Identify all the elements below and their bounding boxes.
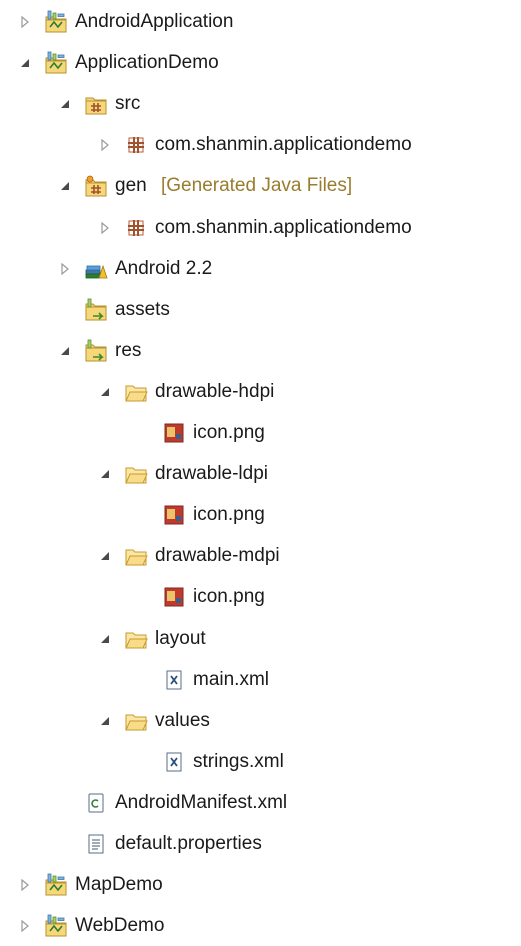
tree-item-label: default.properties	[115, 833, 262, 854]
collapsed-arrow-icon[interactable]	[98, 221, 112, 235]
tree-item-res[interactable]: res	[0, 331, 521, 371]
tree-item-src[interactable]: src	[0, 84, 521, 124]
tree-item-label: icon.png	[193, 504, 265, 526]
png-file-icon	[162, 585, 186, 609]
tree-item-label: MapDemo	[75, 874, 163, 896]
tree-item-label: Android 2.2	[115, 257, 213, 279]
expanded-arrow-icon[interactable]	[58, 344, 72, 358]
xml-file-icon	[162, 668, 186, 692]
tree-item-label: com.shanmin.applicationdemo	[155, 216, 412, 238]
tree-item-com-shanmin-applicationdemo[interactable]: com.shanmin.applicationdemo	[0, 208, 521, 248]
expanded-arrow-icon[interactable]	[58, 97, 72, 111]
expanded-arrow-icon[interactable]	[98, 632, 112, 646]
tree-item-decoration-wrap: [Generated Java Files]	[161, 174, 352, 198]
tree-item-icon-png[interactable]: icon.png	[0, 495, 521, 535]
tree-item-icon-png[interactable]: icon.png	[0, 413, 521, 453]
tree-item-androidapplication[interactable]: AndroidApplication	[0, 2, 521, 42]
tree-item-values[interactable]: values	[0, 701, 521, 741]
expanded-arrow-icon[interactable]	[98, 385, 112, 399]
expanded-arrow-icon[interactable]	[58, 179, 72, 193]
tree-item-decoration: [Generated Java Files]	[161, 175, 353, 197]
folder-icon	[124, 462, 148, 486]
android-project-icon	[44, 51, 68, 75]
manifest-file-icon	[84, 791, 108, 815]
collapsed-arrow-icon[interactable]	[98, 138, 112, 152]
png-file-icon	[162, 421, 186, 445]
expanded-arrow-icon[interactable]	[18, 56, 32, 70]
tree-item-label: gen	[115, 175, 147, 197]
collapsed-arrow-icon[interactable]	[18, 878, 32, 892]
tree-item-default-properties[interactable]: default.properties	[0, 824, 521, 864]
generated-source-folder-icon	[84, 174, 108, 198]
tree-item-label: AndroidApplication	[75, 11, 234, 32]
xml-file-icon	[162, 750, 186, 774]
tree-item-label: src	[115, 93, 141, 115]
collapsed-arrow-icon[interactable]	[18, 15, 32, 29]
tree-item-label: main.xml	[193, 668, 270, 690]
resource-folder-icon	[84, 339, 108, 363]
android-project-icon	[44, 873, 68, 897]
tree-item-label: res	[115, 339, 142, 361]
tree-item-drawable-mdpi[interactable]: drawable-mdpi	[0, 536, 521, 576]
tree-item-drawable-ldpi[interactable]: drawable-ldpi	[0, 454, 521, 494]
collapsed-arrow-icon[interactable]	[18, 919, 32, 933]
tree-item-layout[interactable]: layout	[0, 619, 521, 659]
expanded-arrow-icon[interactable]	[98, 549, 112, 563]
tree-item-webdemo[interactable]: WebDemo	[0, 906, 521, 946]
package-icon	[124, 216, 148, 240]
tree-item-androidmanifest-xml[interactable]: AndroidManifest.xml	[0, 783, 521, 823]
tree-item-mapdemo[interactable]: MapDemo	[0, 865, 521, 905]
source-folder-icon	[84, 92, 108, 116]
tree-item-gen[interactable]: gen [Generated Java Files]	[0, 166, 521, 206]
tree-item-label: ApplicationDemo	[75, 52, 219, 74]
tree-item-label: com.shanmin.applicationdemo	[155, 134, 412, 156]
properties-file-icon	[84, 832, 108, 856]
tree-item-label: AndroidManifest.xml	[115, 791, 288, 813]
tree-item-main-xml[interactable]: main.xml	[0, 660, 521, 700]
resource-folder-icon	[84, 298, 108, 322]
tree-item-drawable-hdpi[interactable]: drawable-hdpi	[0, 372, 521, 412]
android-project-icon	[44, 10, 68, 34]
folder-icon	[124, 380, 148, 404]
tree-item-label: drawable-mdpi	[155, 545, 280, 567]
tree-item-strings-xml[interactable]: strings.xml	[0, 742, 521, 782]
folder-icon	[124, 709, 148, 733]
package-icon	[124, 133, 148, 157]
tree-item-label: WebDemo	[75, 915, 165, 937]
tree-item-android-2-2[interactable]: Android 2.2	[0, 249, 521, 289]
folder-icon	[124, 627, 148, 651]
tree-item-label: values	[155, 709, 210, 731]
expanded-arrow-icon[interactable]	[98, 714, 112, 728]
android-project-icon	[44, 914, 68, 938]
collapsed-arrow-icon[interactable]	[58, 262, 72, 276]
android-library-icon	[84, 257, 108, 281]
tree-item-label: drawable-ldpi	[155, 463, 269, 485]
tree-item-label: layout	[155, 627, 206, 649]
expanded-arrow-icon[interactable]	[98, 467, 112, 481]
tree-item-assets[interactable]: assets	[0, 290, 521, 330]
folder-icon	[124, 544, 148, 568]
tree-item-icon-png[interactable]: icon.png	[0, 577, 521, 617]
tree-item-label: icon.png	[193, 586, 265, 608]
tree-item-label: assets	[115, 298, 170, 320]
png-file-icon	[162, 503, 186, 527]
tree-item-label: icon.png	[193, 422, 265, 443]
tree-item-applicationdemo[interactable]: ApplicationDemo	[0, 43, 521, 83]
tree-item-com-shanmin-applicationdemo[interactable]: com.shanmin.applicationdemo	[0, 125, 521, 165]
tree-item-label: drawable-hdpi	[155, 380, 275, 402]
tree-item-label: strings.xml	[193, 750, 284, 772]
